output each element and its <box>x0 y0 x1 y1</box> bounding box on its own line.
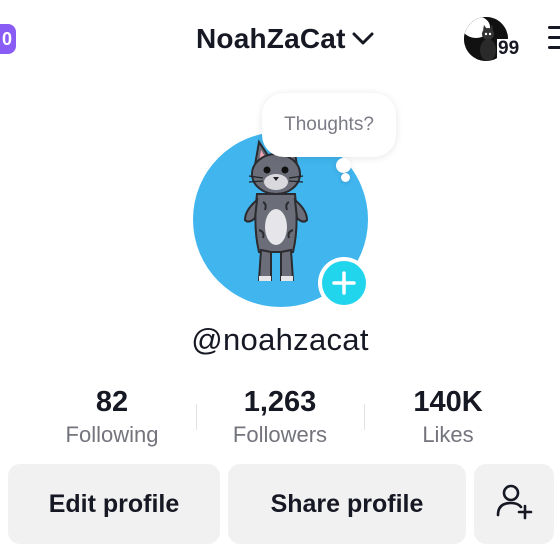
friends-count: 99 <box>497 38 521 59</box>
menu-icon[interactable] <box>548 26 560 52</box>
share-profile-label: Share profile <box>270 489 424 518</box>
edit-profile-label: Edit profile <box>48 489 180 518</box>
add-avatar-button[interactable] <box>318 257 370 309</box>
edit-profile-button[interactable]: Edit profile <box>8 464 220 544</box>
thoughts-bubble[interactable]: Thoughts? <box>262 93 396 157</box>
stat-divider <box>196 404 197 430</box>
profile-username: NoahZaCat <box>196 23 346 54</box>
following-label: Following <box>65 422 159 447</box>
followers-stat[interactable]: 1,263 Followers <box>200 384 360 448</box>
likes-stat[interactable]: 140K Likes <box>368 384 528 448</box>
profile-handle: @noahzacat <box>191 322 369 357</box>
add-user-icon <box>494 481 534 528</box>
chevron-down-icon <box>352 32 374 46</box>
following-count: 82 <box>95 386 129 418</box>
share-profile-button[interactable]: Share profile <box>228 464 466 544</box>
account-switcher[interactable]: NoahZaCat <box>196 20 374 58</box>
bubble-dot <box>336 158 351 173</box>
bubble-dot <box>341 173 350 182</box>
notification-badge[interactable]: 0 <box>0 24 16 54</box>
thoughts-placeholder: Thoughts? <box>284 114 374 135</box>
add-friends-button[interactable] <box>474 464 554 544</box>
likes-label: Likes <box>422 422 474 447</box>
followers-label: Followers <box>232 422 328 447</box>
stat-divider <box>364 404 365 430</box>
plus-icon <box>322 261 366 305</box>
followers-count: 1,263 <box>243 386 317 418</box>
following-stat[interactable]: 82 Following <box>32 384 192 448</box>
badge-count: 0 <box>1 28 12 49</box>
likes-count: 140K <box>413 386 483 418</box>
friends-button[interactable]: 99 <box>464 17 524 63</box>
